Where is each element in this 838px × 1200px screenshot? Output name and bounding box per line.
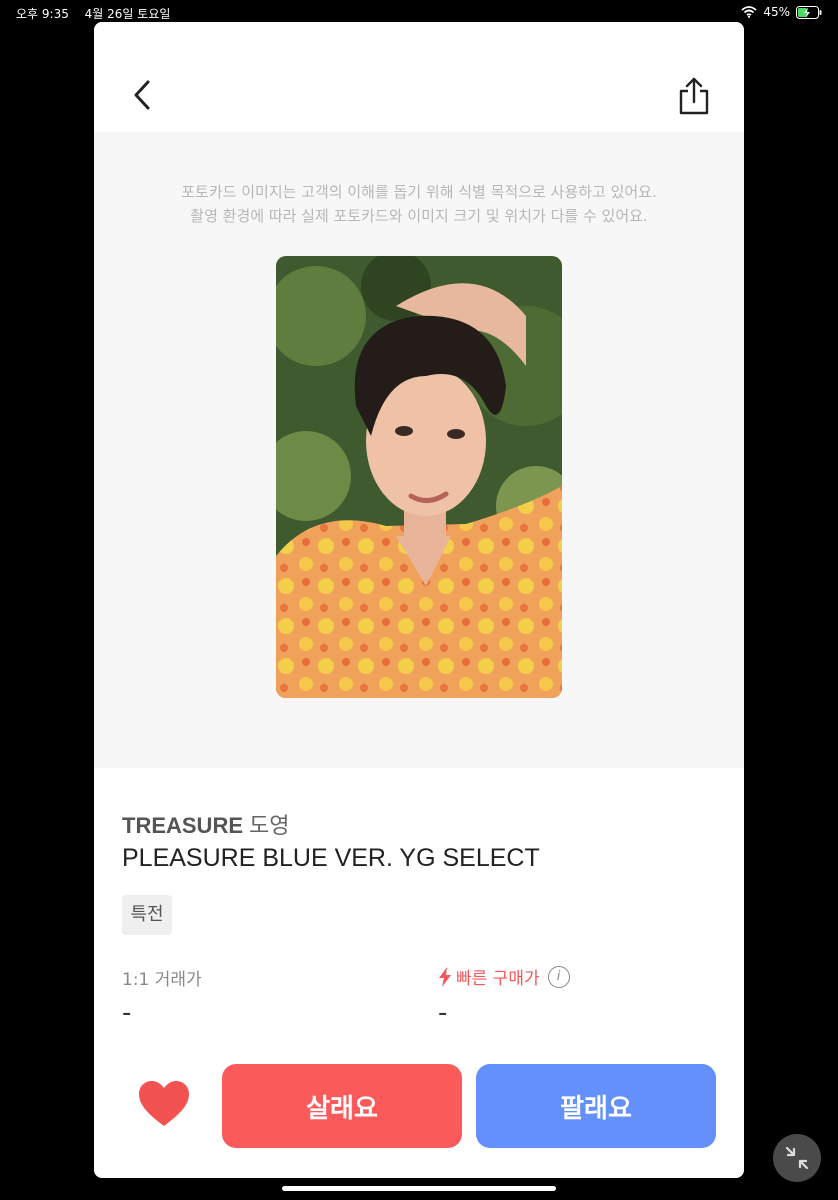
fast-buy-price-value: - xyxy=(438,998,448,1028)
share-icon xyxy=(679,77,709,115)
info-icon[interactable]: i xyxy=(547,965,570,988)
buy-button[interactable]: 살래요 xyxy=(222,1064,462,1148)
share-button[interactable] xyxy=(676,76,712,116)
notice-line-2: 촬영 환경에 따라 실제 포토카드와 이미지 크기 및 위치가 다를 수 있어요… xyxy=(190,207,648,225)
trade-price-value: - xyxy=(122,998,132,1028)
lightning-icon xyxy=(439,966,451,987)
image-area: 포토카드 이미지는 고객의 이해를 돕기 위해 식별 목적으로 사용하고 있어요… xyxy=(94,132,744,768)
heart-icon xyxy=(139,1081,189,1126)
trade-price-label: 1:1 거래가 xyxy=(122,970,202,990)
battery-percent: 45% xyxy=(763,5,790,19)
artist-line: TREASURE 도영 xyxy=(122,808,290,840)
tag-badge: 특전 xyxy=(122,895,172,935)
product-sheet: 포토카드 이미지는 고객의 이해를 돕기 위해 식별 목적으로 사용하고 있어요… xyxy=(94,22,744,1178)
minimize-button[interactable] xyxy=(773,1134,821,1182)
status-bar: 오후 9:35 4월 26일 토요일 45% xyxy=(0,0,838,24)
status-time: 오후 9:35 xyxy=(16,7,69,21)
collapse-arrows-icon xyxy=(785,1146,809,1170)
battery-charging-icon xyxy=(796,5,822,19)
photocard-image[interactable] xyxy=(276,256,562,698)
back-button[interactable] xyxy=(130,78,156,112)
chevron-left-icon xyxy=(134,80,150,110)
wifi-icon xyxy=(741,6,757,18)
nav-bar xyxy=(94,22,744,132)
member-name: 도영 xyxy=(249,814,290,839)
image-notice: 포토카드 이미지는 고객의 이해를 돕기 위해 식별 목적으로 사용하고 있어요… xyxy=(114,180,724,228)
fast-buy-price-label: 빠른 구매가 xyxy=(456,969,540,989)
product-title: PLEASURE BLUE VER. YG SELECT xyxy=(122,844,540,872)
notice-line-1: 포토카드 이미지는 고객의 이해를 돕기 위해 식별 목적으로 사용하고 있어요… xyxy=(181,183,657,201)
home-indicator[interactable] xyxy=(282,1186,556,1191)
status-date: 4월 26일 토요일 xyxy=(84,7,171,21)
status-right: 45% xyxy=(741,5,822,19)
favorite-button[interactable] xyxy=(138,1080,190,1128)
group-name: TREASURE xyxy=(122,813,244,838)
fast-buy-price-header: 빠른 구매가 i xyxy=(438,964,570,989)
status-left: 오후 9:35 4월 26일 토요일 xyxy=(16,5,182,22)
sell-button[interactable]: 팔래요 xyxy=(476,1064,716,1148)
